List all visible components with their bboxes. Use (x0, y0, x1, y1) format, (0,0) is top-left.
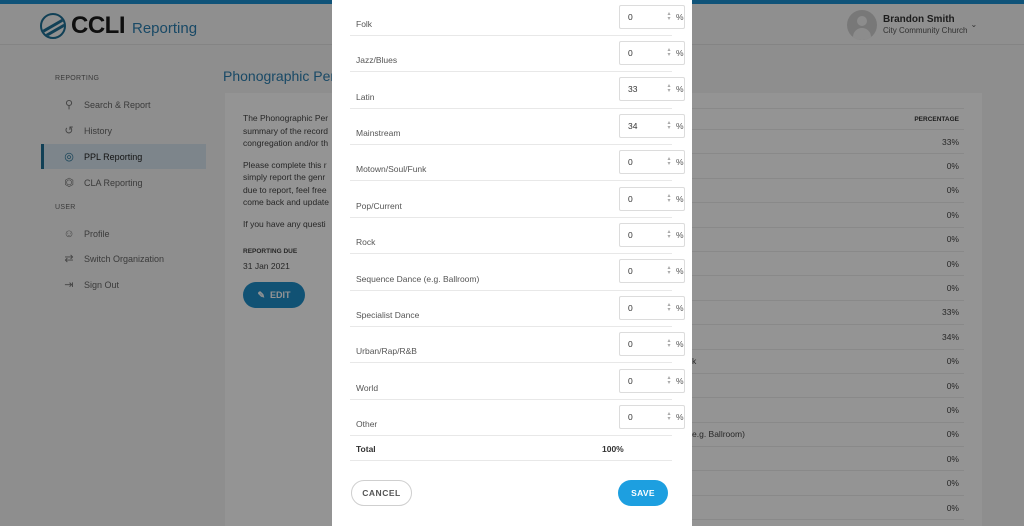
percent-sign: % (676, 84, 684, 95)
percent-sign: % (676, 193, 684, 204)
genre-label: Sequence Dance (e.g. Ballroom) (356, 273, 480, 284)
percentage-input[interactable] (628, 11, 664, 22)
stepper-icon[interactable]: ▴ ▾ (664, 120, 674, 131)
genre-row: Latin ▴▾% (350, 72, 685, 109)
genre-row: Pop/Current ▴▾% (350, 182, 685, 218)
percentage-field[interactable]: ▴▾% (619, 150, 685, 175)
genre-edit-modal: Other▴▾%World▴▾%Urban/Rap/R&B▴▾%Speciali… (332, 0, 692, 526)
genre-row: Urban/Rap/R&B ▴▾% (350, 327, 685, 364)
genre-label: Specialist Dance (356, 310, 420, 321)
percentage-input[interactable] (628, 266, 664, 277)
total-row: Total 100% (350, 437, 672, 461)
stepper-icon[interactable]: ▴ ▾ (664, 11, 674, 22)
percentage-input[interactable] (628, 302, 664, 313)
genre-label: Rock (356, 237, 376, 248)
stepper-icon[interactable]: ▴ ▾ (664, 375, 674, 386)
percentage-field[interactable]: ▴▾% (619, 186, 685, 211)
stepper-icon[interactable]: ▴ ▾ (664, 229, 674, 240)
stepper-icon[interactable]: ▴ ▾ (664, 338, 674, 349)
stepper-icon[interactable]: ▴ ▾ (664, 83, 674, 94)
percentage-field[interactable]: ▴▾% (619, 77, 685, 102)
genre-row: Sequence Dance (e.g. Ballroom) ▴▾% (350, 254, 685, 291)
genre-row: Rock ▴▾% (350, 218, 685, 255)
percent-sign: % (676, 11, 684, 22)
percentage-field[interactable]: ▴▾% (619, 40, 685, 65)
genre-label: Other (356, 419, 378, 430)
percentage-input[interactable] (628, 193, 664, 204)
percent-sign: % (676, 339, 684, 350)
genre-label: Pop/Current (356, 200, 402, 211)
stepper-icon[interactable]: ▴ ▾ (664, 47, 674, 58)
percentage-field[interactable]: ▴▾% (619, 295, 685, 320)
percentage-input[interactable] (628, 229, 664, 240)
percent-sign: % (676, 302, 684, 313)
genre-label: Mainstream (356, 128, 401, 139)
genre-label: Urban/Rap/R&B (356, 346, 417, 357)
genre-label: Motown/Soul/Funk (356, 164, 427, 175)
percentage-field[interactable]: ▴▾% (619, 404, 685, 429)
genre-row: Mainstream ▴▾% (350, 109, 685, 146)
percentage-input[interactable] (628, 84, 664, 95)
percentage-field[interactable]: ▴▾% (619, 4, 685, 29)
percentage-input[interactable] (628, 47, 664, 58)
percentage-field[interactable]: ▴▾% (619, 368, 685, 393)
genre-label: Jazz/Blues (356, 55, 398, 66)
stepper-icon[interactable]: ▴ ▾ (664, 302, 674, 313)
stepper-icon[interactable]: ▴ ▾ (664, 193, 674, 204)
cancel-button[interactable]: CANCEL (351, 480, 412, 506)
percentage-input[interactable] (628, 411, 664, 422)
genre-row: Motown/Soul/Funk ▴▾% (350, 145, 685, 182)
total-value: 100% (602, 444, 624, 454)
genre-label: Folk (356, 18, 373, 29)
total-label: Total (356, 444, 376, 454)
save-button[interactable]: SAVE (618, 480, 668, 506)
percent-sign: % (676, 120, 684, 131)
percent-sign: % (676, 157, 684, 168)
genre-label: Latin (356, 91, 375, 102)
genre-row: Jazz/Blues ▴▾% (350, 36, 685, 73)
percentage-input[interactable] (628, 339, 664, 350)
genre-label: World (356, 382, 379, 393)
percentage-field[interactable]: ▴▾% (619, 332, 685, 357)
genre-row: Other ▴▾% (350, 400, 685, 437)
percent-sign: % (676, 411, 684, 422)
percent-sign: % (676, 375, 684, 386)
percentage-input[interactable] (628, 375, 664, 386)
percentage-field[interactable]: ▴▾% (619, 113, 685, 138)
percentage-input[interactable] (628, 120, 664, 131)
percent-sign: % (676, 229, 684, 240)
stepper-icon[interactable]: ▴ ▾ (664, 265, 674, 276)
percentage-field[interactable]: ▴▾% (619, 259, 685, 284)
genre-row: Folk ▴▾% (350, 0, 685, 36)
percentage-field[interactable]: ▴▾% (619, 222, 685, 247)
genre-row: World ▴▾% (350, 364, 685, 400)
stepper-icon[interactable]: ▴ ▾ (664, 156, 674, 167)
percent-sign: % (676, 266, 684, 277)
percentage-input[interactable] (628, 157, 664, 168)
percent-sign: % (676, 47, 684, 58)
genre-row: Specialist Dance ▴▾% (350, 291, 685, 328)
stepper-icon[interactable]: ▴ ▾ (664, 411, 674, 422)
